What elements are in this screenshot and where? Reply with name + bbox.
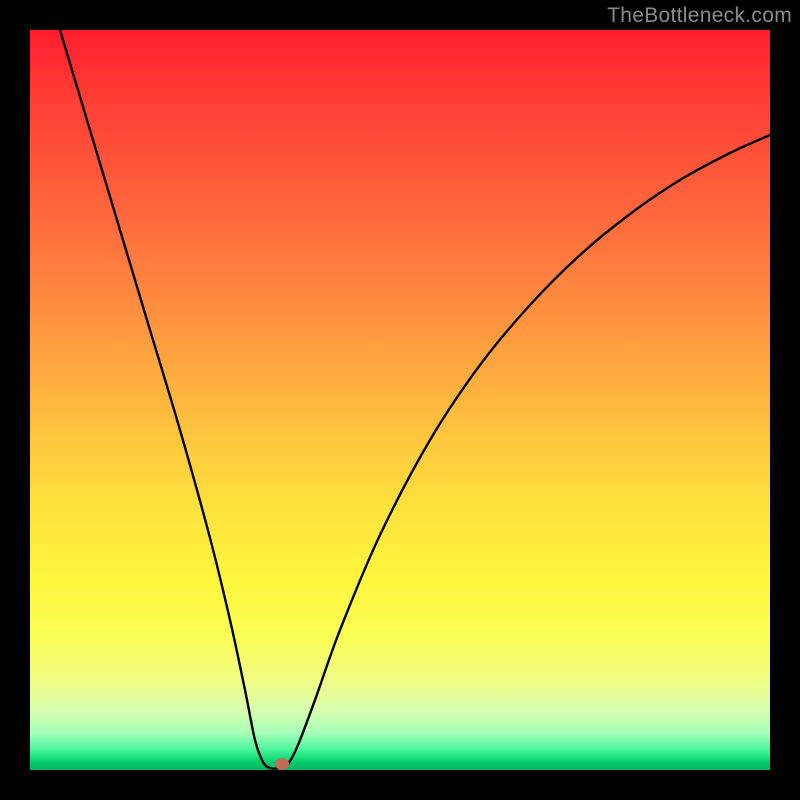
minimum-marker <box>275 758 289 770</box>
bottleneck-curve <box>60 30 770 769</box>
curve-svg <box>30 30 770 770</box>
watermark-label: TheBottleneck.com <box>607 4 792 28</box>
chart-frame: TheBottleneck.com <box>0 0 800 800</box>
plot-area <box>30 30 770 770</box>
